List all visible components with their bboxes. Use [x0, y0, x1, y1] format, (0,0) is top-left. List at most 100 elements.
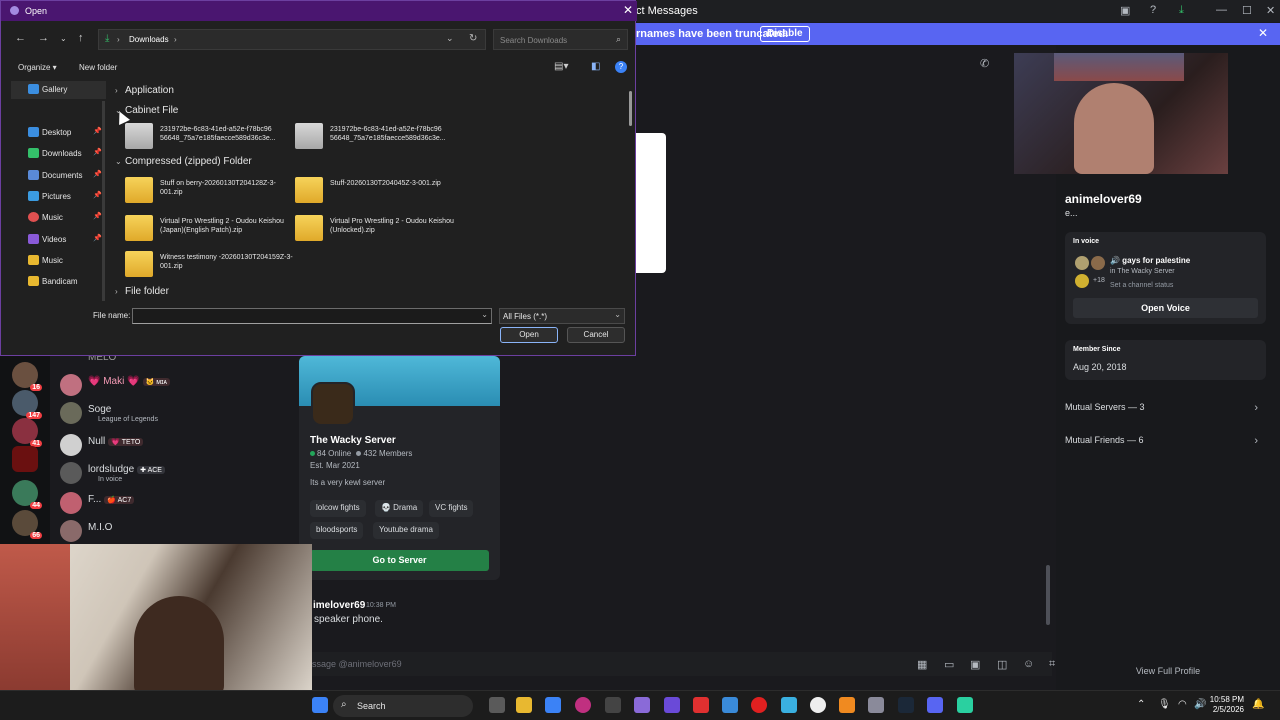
server-tag[interactable]: Youtube drama	[373, 522, 439, 539]
go-to-server-button[interactable]: Go to Server	[310, 550, 489, 571]
group-header-application[interactable]: › Application	[115, 85, 174, 96]
recent-dropdown-icon[interactable]: ⌄	[60, 34, 67, 43]
file-item[interactable]: 231972be-6c83-41ed-a52e-f78bc96 56648_75…	[295, 121, 463, 153]
notice-close-icon[interactable]: ✕	[1258, 26, 1268, 40]
server-tag[interactable]: lolcow fights	[310, 500, 366, 517]
file-item[interactable]: 231972be-6c83-41ed-a52e-f78bc96 56648_75…	[125, 121, 293, 153]
file-item[interactable]: Virtual Pro Wrestling 2 - Oudou Keishou …	[125, 213, 293, 245]
file-item[interactable]: Virtual Pro Wrestling 2 - Oudou Keishou …	[295, 213, 463, 245]
download-icon[interactable]: ⤓	[1179, 4, 1184, 17]
group-header-zipped[interactable]: ⌄ Compressed (zipped) Folder	[115, 156, 252, 167]
server-tag[interactable]: VC fights	[429, 500, 474, 517]
voice-channel[interactable]: 🔊 gays for palestine	[1110, 256, 1190, 265]
server-icon[interactable]: 44	[12, 480, 42, 509]
app-icon[interactable]	[664, 697, 680, 713]
forward-icon[interactable]: →	[38, 32, 49, 44]
vlc-icon[interactable]	[839, 697, 855, 713]
app-icon[interactable]	[781, 697, 797, 713]
server-icon[interactable]: 147	[12, 390, 42, 419]
up-icon[interactable]: ↑	[78, 32, 84, 44]
message-author[interactable]: imelover69	[313, 600, 365, 611]
view-full-profile-link[interactable]: View Full Profile	[1056, 666, 1280, 676]
app-icon[interactable]	[605, 697, 621, 713]
emoji-icon[interactable]: ☺	[1023, 658, 1034, 670]
steam-icon[interactable]	[898, 697, 914, 713]
group-header-file-folder[interactable]: › File folder	[115, 286, 169, 297]
app-icon[interactable]	[957, 697, 973, 713]
server-icon[interactable]	[12, 446, 38, 472]
file-type-select[interactable]: All Files (*.*) ⌄	[499, 308, 625, 324]
organize-button[interactable]: Organize ▾	[18, 63, 57, 72]
record-icon[interactable]	[751, 697, 767, 713]
nav-item-videos[interactable]: Videos 📌	[28, 231, 108, 249]
help-icon[interactable]: ?	[1150, 4, 1156, 16]
scrollbar[interactable]	[1046, 565, 1050, 625]
app-icon[interactable]	[722, 697, 738, 713]
nav-item-bandicam[interactable]: Bandicam	[28, 273, 108, 291]
mutual-servers-link[interactable]: Mutual Servers — 3 ›	[1065, 402, 1266, 414]
wifi-icon[interactable]: ◠	[1178, 699, 1187, 710]
server-tag[interactable]: 💀 Drama	[375, 500, 424, 517]
help-icon[interactable]: ?	[615, 61, 627, 73]
server-icon[interactable]: 41	[12, 418, 42, 447]
clock[interactable]: 10:58 PM 2/5/2026	[1204, 695, 1244, 715]
nav-item-music[interactable]: Music 📌	[28, 209, 108, 227]
cancel-button[interactable]: Cancel	[567, 327, 625, 343]
list-item[interactable]: M.I.O	[60, 520, 250, 546]
mutual-friends-link[interactable]: Mutual Friends — 6 ›	[1065, 435, 1266, 447]
preview-pane-icon[interactable]: ◧	[591, 61, 600, 72]
file-explorer-icon[interactable]	[516, 697, 532, 713]
nav-item-music-folder[interactable]: Music	[28, 252, 108, 270]
new-folder-button[interactable]: New folder	[79, 63, 117, 72]
nav-item-downloads[interactable]: Downloads 📌	[28, 145, 108, 163]
notification-icon[interactable]: 🔔	[1252, 699, 1264, 710]
apps-icon[interactable]: ◫	[997, 658, 1007, 671]
nav-item-documents[interactable]: Documents 📌	[28, 167, 108, 185]
play-icon[interactable]	[810, 697, 826, 713]
server-icon[interactable]: 66	[12, 510, 42, 539]
discord-icon[interactable]	[927, 697, 943, 713]
nav-pane-scrollbar[interactable]	[102, 101, 105, 301]
breadcrumb[interactable]: Downloads	[129, 35, 169, 44]
list-item[interactable]: Null 💗 TETO	[60, 434, 250, 460]
task-view-icon[interactable]	[489, 697, 505, 713]
settings-icon[interactable]	[868, 697, 884, 713]
file-item[interactable]: Witness testimony -20260130T204159Z-3-00…	[125, 249, 293, 281]
tray-overflow-icon[interactable]: ⌃	[1137, 699, 1145, 710]
message-input[interactable]: ssage @animelover69 ▦ ▭ ▣ ◫ ☺ ⌗	[312, 652, 1055, 676]
list-item[interactable]: F... 🍎 AC7	[60, 492, 250, 518]
maximize-icon[interactable]: ☐	[1242, 4, 1252, 17]
microphone-icon[interactable]: 🎙	[1158, 699, 1171, 710]
file-item[interactable]: Stuff on berry-20260130T204128Z-3-001.zi…	[125, 175, 293, 207]
open-voice-button[interactable]: Open Voice	[1073, 298, 1258, 318]
list-item[interactable]: Soge League of Legends	[60, 402, 250, 428]
store-icon[interactable]	[545, 697, 561, 713]
close-icon[interactable]: ✕	[1266, 4, 1275, 17]
minimize-icon[interactable]: —	[1216, 4, 1227, 16]
nav-item-desktop[interactable]: Desktop 📌	[28, 124, 108, 142]
file-item[interactable]: Stuff-20260130T204045Z-3-001.zip	[295, 175, 463, 207]
back-icon[interactable]: ←	[15, 32, 26, 44]
open-button[interactable]: Open	[500, 327, 558, 343]
nav-item-pictures[interactable]: Pictures 📌	[28, 188, 108, 206]
chevron-down-icon[interactable]: ⌄	[481, 310, 488, 319]
chevron-down-icon[interactable]: ⌄	[446, 33, 454, 44]
disable-button[interactable]: Disable	[760, 26, 810, 42]
server-icon[interactable]: 16	[12, 362, 42, 391]
search-input[interactable]: Search Downloads ⌕	[493, 29, 628, 50]
call-icon[interactable]: ✆	[980, 57, 989, 70]
gift-icon[interactable]: ▦	[917, 658, 927, 671]
list-item[interactable]: lordsludge ✚ ACE In voice	[60, 462, 250, 488]
app-icon[interactable]	[693, 697, 709, 713]
taskbar-search[interactable]: ⌕ Search	[333, 695, 473, 717]
app-icon[interactable]	[634, 697, 650, 713]
server-tag[interactable]: bloodsports	[310, 522, 364, 539]
list-item[interactable]: 💗 Maki 💗 🐱 ᴍɪᴀ	[60, 374, 250, 400]
address-bar[interactable]: ⤓ › Downloads › ⌄ ↻	[98, 29, 486, 50]
gif-icon[interactable]: ▭	[944, 658, 954, 671]
view-options-icon[interactable]: ▤▾	[554, 61, 568, 72]
inbox-icon[interactable]: ▣	[1120, 4, 1130, 17]
file-list-scrollbar[interactable]	[629, 91, 632, 126]
nav-item-gallery[interactable]: Gallery	[28, 81, 108, 99]
channel-status[interactable]: Set a channel status	[1110, 282, 1173, 289]
